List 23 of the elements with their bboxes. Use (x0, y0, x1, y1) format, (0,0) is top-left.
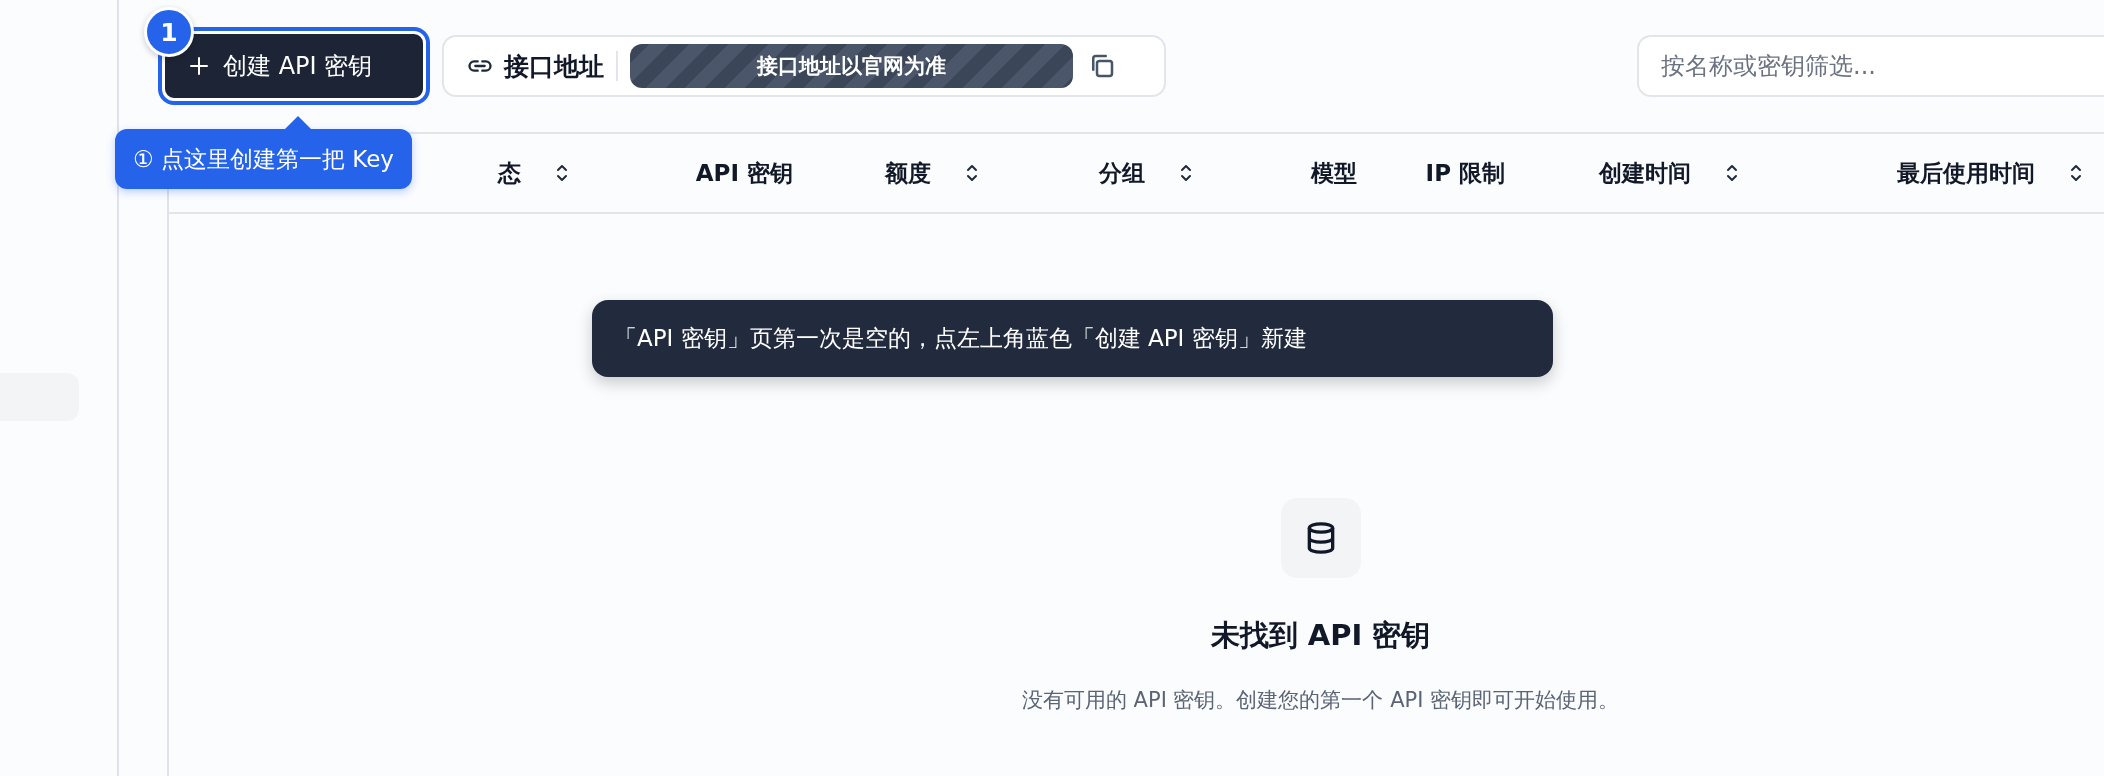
guide-tooltip: ① 点这里创建第一把 Key (115, 129, 412, 189)
plus-icon (189, 56, 209, 76)
search-field[interactable]: 按名称或密钥筛选... (1637, 35, 2104, 97)
sort-icon[interactable] (1725, 162, 1739, 184)
column-header[interactable]: 最后使用时间 (1897, 157, 2035, 189)
column-header[interactable]: 分组 (1099, 157, 1145, 189)
column-header: 模型 (1311, 158, 1357, 188)
step-badge: 1 (144, 7, 194, 57)
column-header[interactable]: 态 (498, 157, 521, 189)
endpoint-label: 接口地址 (504, 50, 604, 83)
database-icon (1280, 498, 1361, 578)
sort-icon[interactable] (1179, 162, 1193, 184)
empty-title: 未找到 API 密钥 (1210, 617, 1431, 654)
sort-icon[interactable] (965, 162, 979, 184)
column-header: API 密钥 (695, 158, 793, 188)
column-header[interactable]: 额度 (885, 157, 931, 189)
empty-message: 没有可用的 API 密钥。创建您的第一个 API 密钥即可开始使用。 (1021, 687, 1620, 714)
hint-tooltip: 「API 密钥」页第一次是空的，点左上角蓝色「创建 API 密钥」新建 (592, 300, 1553, 377)
column-header: IP 限制 (1425, 158, 1505, 188)
sort-icon[interactable] (2069, 162, 2083, 184)
sort-icon[interactable] (555, 162, 569, 184)
column-header[interactable]: 创建时间 (1599, 157, 1691, 189)
endpoint-value: 接口地址以官网为准 (630, 44, 1073, 88)
